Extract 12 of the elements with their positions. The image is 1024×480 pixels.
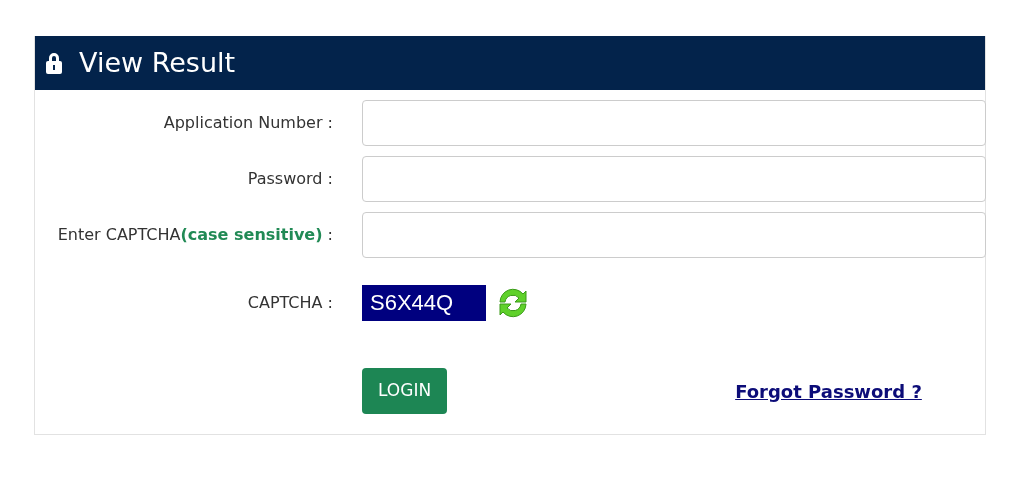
input-field[interactable] <box>362 100 986 146</box>
input-field[interactable] <box>362 212 986 258</box>
login-button[interactable]: LOGIN <box>362 368 448 414</box>
field-label: Enter CAPTCHA(case sensitive) : <box>56 224 333 246</box>
forgot-password-link[interactable]: Forgot Password ? <box>735 377 922 405</box>
field-label: CAPTCHA : <box>246 292 333 314</box>
input-field[interactable] <box>362 156 986 202</box>
field-label: Application Number : <box>162 112 333 134</box>
captcha-image: S6X44Q <box>362 285 486 321</box>
field-label: Password : <box>246 168 333 190</box>
panel-title: View Result <box>79 45 236 80</box>
lock-icon <box>45 51 63 75</box>
